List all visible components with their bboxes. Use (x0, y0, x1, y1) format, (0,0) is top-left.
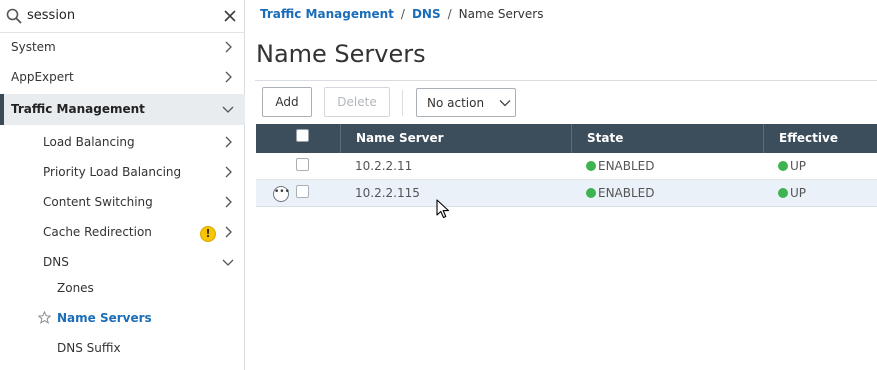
toolbar-divider (402, 90, 403, 116)
breadcrumb-link-dns[interactable]: DNS (412, 7, 441, 21)
chevron-down-icon (222, 259, 234, 266)
cell-effective-state: UP (778, 159, 806, 173)
select-all-checkbox[interactable] (296, 129, 309, 142)
state-text: ENABLED (598, 159, 655, 173)
mouse-cursor-icon (436, 199, 450, 219)
cell-state: ENABLED (586, 186, 655, 200)
sidebar-item-dns-suffix[interactable]: DNS Suffix (0, 333, 245, 363)
sidebar-item-system[interactable]: System (0, 32, 245, 62)
effective-state-text: UP (790, 159, 807, 173)
status-dot-icon (586, 161, 596, 171)
table-header: Name Server State Effective State (256, 124, 877, 174)
breadcrumb-separator: / (447, 7, 452, 21)
chevron-right-icon (225, 136, 232, 148)
sidebar-item-label: DNS Suffix (57, 341, 121, 355)
sidebar-item-label: Zones (57, 281, 94, 295)
chevron-right-icon (225, 41, 232, 53)
cell-state: ENABLED (586, 159, 655, 173)
sidebar-item-label: Cache Redirection (43, 225, 152, 239)
chevron-down-icon (499, 100, 511, 107)
row-checkbox[interactable] (296, 158, 309, 171)
sidebar-item-label: Name Servers (57, 311, 152, 325)
cell-name-server: 10.2.2.115 (355, 186, 420, 200)
more-icon[interactable]: ••• (273, 186, 290, 202)
chevron-down-icon (222, 106, 234, 113)
star-icon[interactable] (38, 311, 51, 324)
status-dot-icon (778, 188, 788, 198)
search-icon (6, 8, 22, 24)
sidebar-item-label: System (11, 40, 56, 54)
table-row[interactable]: 10.2.2.11 ENABLED UP (256, 153, 877, 180)
status-dot-icon (586, 188, 596, 198)
breadcrumb-link-traffic-management[interactable]: Traffic Management (260, 7, 394, 21)
chevron-right-icon (225, 196, 232, 208)
chevron-right-icon (225, 226, 232, 238)
sidebar-item-cache-redirection[interactable]: Cache Redirection ! (0, 217, 245, 247)
action-select-value: No action (427, 96, 485, 110)
effective-state-text: UP (790, 186, 807, 200)
sidebar-item-label: Content Switching (43, 195, 153, 209)
sidebar-item-load-balancing[interactable]: Load Balancing (0, 127, 245, 157)
breadcrumb-current: Name Servers (458, 7, 544, 21)
status-dot-icon (778, 161, 788, 171)
column-header-effective-state[interactable]: Effective State (763, 124, 877, 174)
sidebar-item-label: Load Balancing (43, 135, 135, 149)
page-title: Name Servers (256, 40, 426, 68)
state-text: ENABLED (598, 186, 655, 200)
sidebar-item-traffic-management[interactable]: Traffic Management (0, 94, 245, 125)
divider (255, 80, 877, 81)
warning-icon: ! (200, 226, 216, 242)
sidebar-item-zones[interactable]: Zones (0, 273, 245, 303)
table-row[interactable]: ••• 10.2.2.115 ENABLED UP (256, 180, 877, 207)
sidebar-item-label: Traffic Management (11, 102, 145, 116)
sidebar-item-priority-load-balancing[interactable]: Priority Load Balancing (0, 157, 245, 187)
sidebar-item-name-servers[interactable]: Name Servers (0, 303, 245, 333)
breadcrumb-separator: / (400, 7, 405, 21)
sidebar-item-appexpert[interactable]: AppExpert (0, 62, 245, 92)
action-select[interactable]: No action (416, 88, 516, 117)
cell-effective-state: UP (778, 186, 806, 200)
sidebar-item-label: DNS (43, 255, 69, 269)
column-header-name-server[interactable]: Name Server (340, 124, 571, 153)
sidebar-nav: session System AppExpert Traffic Managem… (0, 0, 245, 370)
breadcrumb: Traffic Management / DNS / Name Servers (260, 7, 543, 21)
search-input[interactable]: session (27, 8, 75, 23)
sidebar-search[interactable]: session (0, 0, 245, 33)
chevron-right-icon (225, 71, 232, 83)
close-icon[interactable] (223, 9, 237, 23)
sidebar-item-content-switching[interactable]: Content Switching (0, 187, 245, 217)
column-header-state[interactable]: State (571, 124, 763, 153)
cell-name-server: 10.2.2.11 (355, 159, 413, 173)
delete-button[interactable]: Delete (324, 87, 390, 117)
row-checkbox[interactable] (296, 185, 309, 198)
chevron-right-icon (225, 166, 232, 178)
sidebar-item-label: Priority Load Balancing (43, 165, 182, 179)
sidebar-item-label: AppExpert (11, 70, 74, 84)
add-button[interactable]: Add (262, 87, 312, 117)
